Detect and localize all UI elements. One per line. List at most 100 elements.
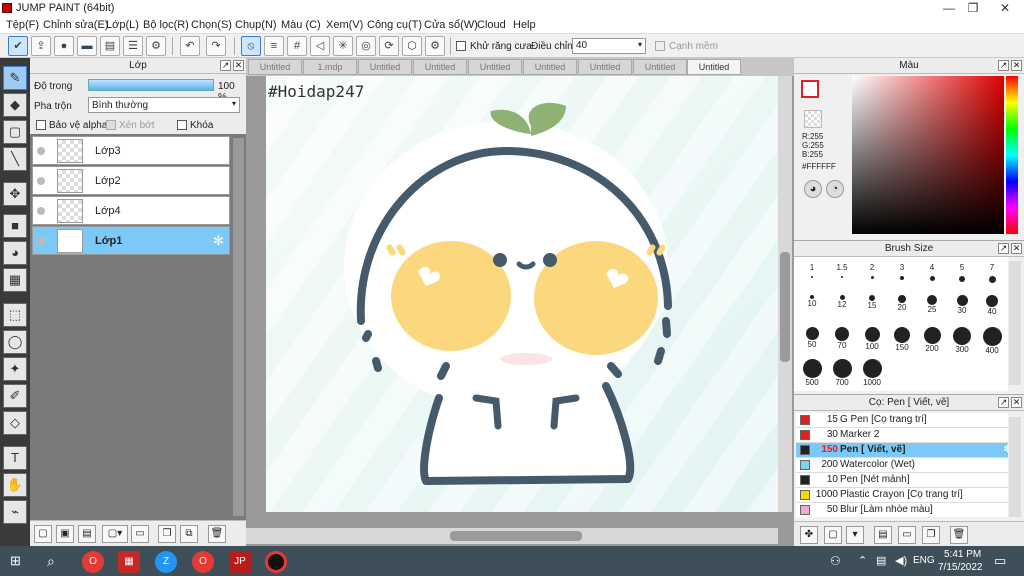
- layer-item[interactable]: Lớp3: [32, 136, 230, 165]
- windows-start-icon[interactable]: ⊞: [10, 554, 24, 568]
- list-icon[interactable]: ☰: [123, 36, 143, 56]
- brush-size-option[interactable]: 25: [918, 295, 946, 325]
- close-icon[interactable]: ✕: [1011, 243, 1022, 254]
- notification-icon[interactable]: ▭: [994, 553, 1006, 569]
- maximize-button[interactable]: ❐: [958, 0, 988, 16]
- layer-item[interactable]: Lớp2: [32, 166, 230, 195]
- trash-icon[interactable]: 🗑: [208, 525, 226, 543]
- gear-icon[interactable]: ✻: [1004, 443, 1008, 457]
- chevron-up-icon[interactable]: ⌃: [858, 554, 867, 567]
- brush-size-option[interactable]: 2: [858, 263, 886, 293]
- no-ruler-icon[interactable]: ⦸: [241, 36, 261, 56]
- tab-untitled[interactable]: Untitled: [633, 59, 687, 75]
- add-brush-icon[interactable]: ▢: [824, 526, 842, 544]
- soft-edge-checkbox[interactable]: [655, 41, 665, 51]
- brush-size-option[interactable]: 300: [948, 327, 976, 357]
- brush-size-option[interactable]: 40: [978, 295, 1006, 325]
- brush-size-option[interactable]: 7: [978, 263, 1006, 293]
- menu-view[interactable]: Xem(V): [326, 19, 363, 31]
- select-pen-icon[interactable]: ✐: [3, 384, 27, 408]
- app-icon[interactable]: ▦: [118, 551, 140, 573]
- brush-item[interactable]: 15 G Pen [Cọ trang trí]: [796, 413, 1008, 428]
- brush-item[interactable]: 200 Watercolor (Wet): [796, 458, 1008, 473]
- redo-icon[interactable]: ↷: [206, 36, 226, 56]
- tab-untitled[interactable]: Untitled: [413, 59, 467, 75]
- visibility-icon[interactable]: [37, 147, 45, 155]
- protect-alpha-checkbox[interactable]: [36, 120, 46, 130]
- add-layer-menu-icon[interactable]: ▢▾: [102, 525, 128, 543]
- new-layer-1bit-icon[interactable]: ▤: [78, 525, 96, 543]
- bucket-icon[interactable]: ◕: [3, 241, 27, 265]
- gradient-icon[interactable]: ▦: [3, 268, 27, 292]
- brush-item[interactable]: 30 Marker 2: [796, 428, 1008, 443]
- brush-item[interactable]: 1000 Plastic Crayon [Cọ trang trí]: [796, 488, 1008, 503]
- layer-scrollbar[interactable]: [233, 138, 244, 516]
- gear-icon[interactable]: ✻: [213, 233, 224, 249]
- transparent-swatch[interactable]: [804, 110, 822, 128]
- select-eraser-icon[interactable]: ◇: [3, 411, 27, 435]
- brush-size-option[interactable]: 3: [888, 263, 916, 293]
- menu-select[interactable]: Chọn(S): [191, 19, 232, 31]
- parallel-ruler-icon[interactable]: ≡: [264, 36, 284, 56]
- clock-time[interactable]: 5:41 PM: [944, 549, 981, 560]
- eyedropper-icon[interactable]: ⌁: [3, 500, 27, 524]
- polyline-icon[interactable]: ⬡: [402, 36, 422, 56]
- opera-gx-icon[interactable]: O: [192, 551, 214, 573]
- perspective-icon[interactable]: ◁: [310, 36, 330, 56]
- brush-size-option[interactable]: 1.5: [828, 263, 856, 293]
- eraser-tool-icon[interactable]: ◆: [3, 93, 27, 117]
- tab-untitled[interactable]: Untitled: [248, 59, 302, 75]
- jump-paint-icon[interactable]: JP: [229, 551, 251, 573]
- palette-settings-icon[interactable]: ◔: [826, 180, 844, 198]
- brush-size-option[interactable]: 15: [858, 295, 886, 325]
- vertical-scrollbar-thumb[interactable]: [780, 252, 790, 362]
- color-picker[interactable]: [852, 76, 1004, 234]
- settings-icon[interactable]: ⚙: [146, 36, 166, 56]
- language-indicator[interactable]: ENG: [913, 555, 935, 566]
- comment-icon[interactable]: ●: [54, 36, 74, 56]
- grid-ruler-icon[interactable]: #: [287, 36, 307, 56]
- tab-1mdp[interactable]: 1.mdp: [303, 59, 357, 75]
- brush-size-option[interactable]: 1: [798, 263, 826, 293]
- pen-tool-icon[interactable]: ✎: [3, 66, 27, 90]
- brush-size-option[interactable]: 500: [798, 359, 826, 389]
- opacity-slider[interactable]: [88, 79, 214, 91]
- select-rect-icon[interactable]: ⬚: [3, 303, 27, 327]
- brush-size-option[interactable]: 4: [918, 263, 946, 293]
- duplicate-brush-icon[interactable]: ❐: [922, 526, 940, 544]
- preview-icon[interactable]: ✔: [8, 36, 28, 56]
- close-icon[interactable]: ✕: [1011, 60, 1022, 71]
- folder-icon[interactable]: ▭: [131, 525, 149, 543]
- menu-edit[interactable]: Chỉnh sửa(E): [43, 19, 108, 31]
- tab-untitled[interactable]: Untitled: [578, 59, 632, 75]
- network-icon[interactable]: ▤: [876, 554, 886, 567]
- horizontal-scrollbar[interactable]: [246, 528, 778, 544]
- snap-settings-icon[interactable]: ⚙: [425, 36, 445, 56]
- float-icon[interactable]: ↗: [998, 60, 1009, 71]
- merge-layer-icon[interactable]: ⧉: [180, 525, 198, 543]
- lasso-icon[interactable]: ◯: [3, 330, 27, 354]
- close-icon[interactable]: ✕: [233, 60, 244, 71]
- brush-tool-icon[interactable]: ✤: [800, 526, 818, 544]
- horizontal-scrollbar-thumb[interactable]: [450, 531, 582, 541]
- adjust-input[interactable]: 40 ▾: [572, 38, 646, 54]
- undo-icon[interactable]: ↶: [180, 36, 200, 56]
- brush-size-option[interactable]: 10: [798, 295, 826, 325]
- float-icon[interactable]: ↗: [998, 397, 1009, 408]
- search-icon[interactable]: ⌕: [47, 553, 55, 570]
- clip-checkbox[interactable]: [106, 120, 116, 130]
- document-icon[interactable]: ▤: [100, 36, 120, 56]
- tab-untitled[interactable]: Untitled: [523, 59, 577, 75]
- brush-item[interactable]: 150 Pen [ Viết, vẽ] ✻: [796, 443, 1008, 458]
- move-tool-icon[interactable]: ✥: [3, 182, 27, 206]
- rect-select-icon[interactable]: ▢: [3, 120, 27, 144]
- brush-item[interactable]: 10 Pen [Nét mảnh]: [796, 473, 1008, 488]
- vertical-scrollbar[interactable]: [778, 76, 792, 512]
- clock-date[interactable]: 7/15/2022: [938, 562, 983, 573]
- magic-wand-icon[interactable]: ✦: [3, 357, 27, 381]
- menu-capture[interactable]: Chụp(N): [235, 19, 277, 31]
- close-button[interactable]: ✕: [990, 0, 1020, 16]
- export-icon[interactable]: ⇪: [31, 36, 51, 56]
- brush-item[interactable]: 50 Blur [Làm nhòe màu]: [796, 503, 1008, 517]
- menu-cloud[interactable]: Cloud: [477, 19, 506, 31]
